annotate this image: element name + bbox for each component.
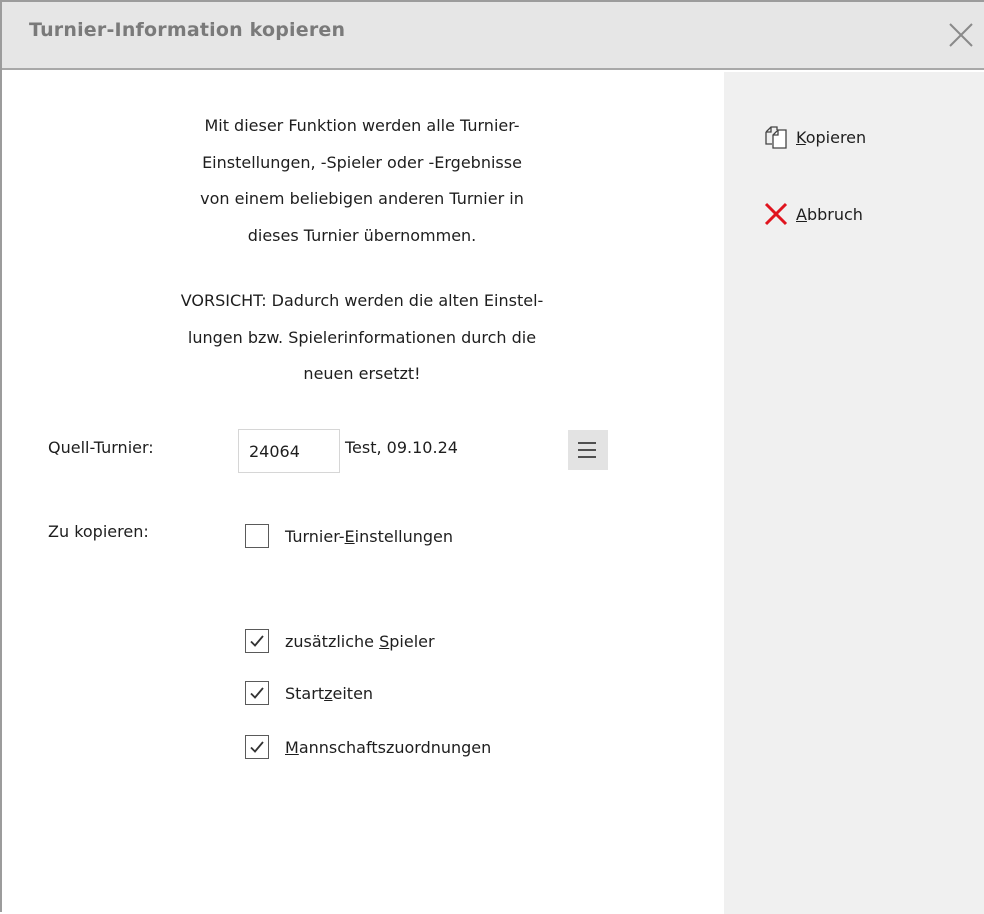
- option-label: Turnier-Einstellungen: [285, 526, 454, 546]
- copy-button-label: Kopieren: [796, 127, 867, 147]
- checkbox-team-assignments[interactable]: [245, 735, 269, 759]
- warning-text: VORSICHT: Dadurch werden die alten Einst…: [112, 283, 612, 393]
- warning-line: VORSICHT: Dadurch werden die alten Einst…: [180, 291, 544, 310]
- option-start-times[interactable]: Startzeiten: [245, 679, 373, 707]
- source-tournament-label: Quell-Turnier:: [48, 438, 154, 457]
- intro-text: Mit dieser Funktion werden alle Turnier-…: [112, 108, 612, 254]
- intro-line: Einstellungen, -Spieler oder -Ergebnisse: [202, 152, 522, 172]
- option-label: Startzeiten: [285, 683, 374, 703]
- copy-icon: [762, 123, 790, 151]
- tournament-select-button[interactable]: [568, 430, 608, 470]
- intro-line: dieses Turnier übernommen.: [247, 225, 477, 245]
- checkbox-additional-players[interactable]: [245, 629, 269, 653]
- hamburger-menu-icon: [578, 456, 596, 458]
- copy-options-label: Zu kopieren:: [48, 522, 149, 541]
- main-panel: Mit dieser Funktion werden alle Turnier-…: [2, 72, 724, 914]
- dialog-title: Turnier-Information kopieren: [29, 19, 346, 41]
- checkbox-tournament-settings[interactable]: [245, 524, 269, 548]
- close-icon: [949, 23, 973, 47]
- cancel-button-label: Abbruch: [796, 204, 863, 224]
- warning-line: neuen ersetzt!: [303, 364, 421, 383]
- source-tournament-id-input[interactable]: [238, 429, 340, 473]
- option-label: Mannschaftszuordnungen: [285, 737, 492, 757]
- cancel-x-icon: [762, 200, 790, 228]
- warning-line: lungen bzw. Spielerinformationen durch d…: [187, 327, 537, 347]
- checkmark-icon: [250, 635, 264, 647]
- checkmark-icon: [250, 741, 264, 753]
- option-additional-players[interactable]: zusätzliche Spieler: [245, 627, 435, 655]
- intro-line: Mit dieser Funktion werden alle Turnier-: [204, 116, 520, 135]
- checkbox-start-times[interactable]: [245, 681, 269, 705]
- cancel-button[interactable]: Abbruch: [762, 200, 863, 228]
- option-tournament-settings[interactable]: Turnier-Einstellungen: [245, 522, 453, 550]
- checkmark-icon: [250, 687, 264, 699]
- close-button[interactable]: [942, 16, 978, 52]
- source-tournament-name: Test, 09.10.24: [345, 438, 458, 457]
- intro-line: von einem beliebigen anderen Turnier in: [200, 189, 524, 208]
- hamburger-menu-icon: [578, 442, 596, 444]
- copy-button[interactable]: Kopieren: [762, 123, 866, 151]
- option-label: zusätzliche Spieler: [285, 631, 435, 651]
- action-sidebar: [724, 72, 984, 914]
- title-bar: Turnier-Information kopieren: [2, 2, 984, 70]
- dialog-window: Turnier-Information kopieren Mit dieser …: [0, 0, 984, 914]
- hamburger-menu-icon: [578, 449, 596, 451]
- option-team-assignments[interactable]: Mannschaftszuordnungen: [245, 733, 491, 761]
